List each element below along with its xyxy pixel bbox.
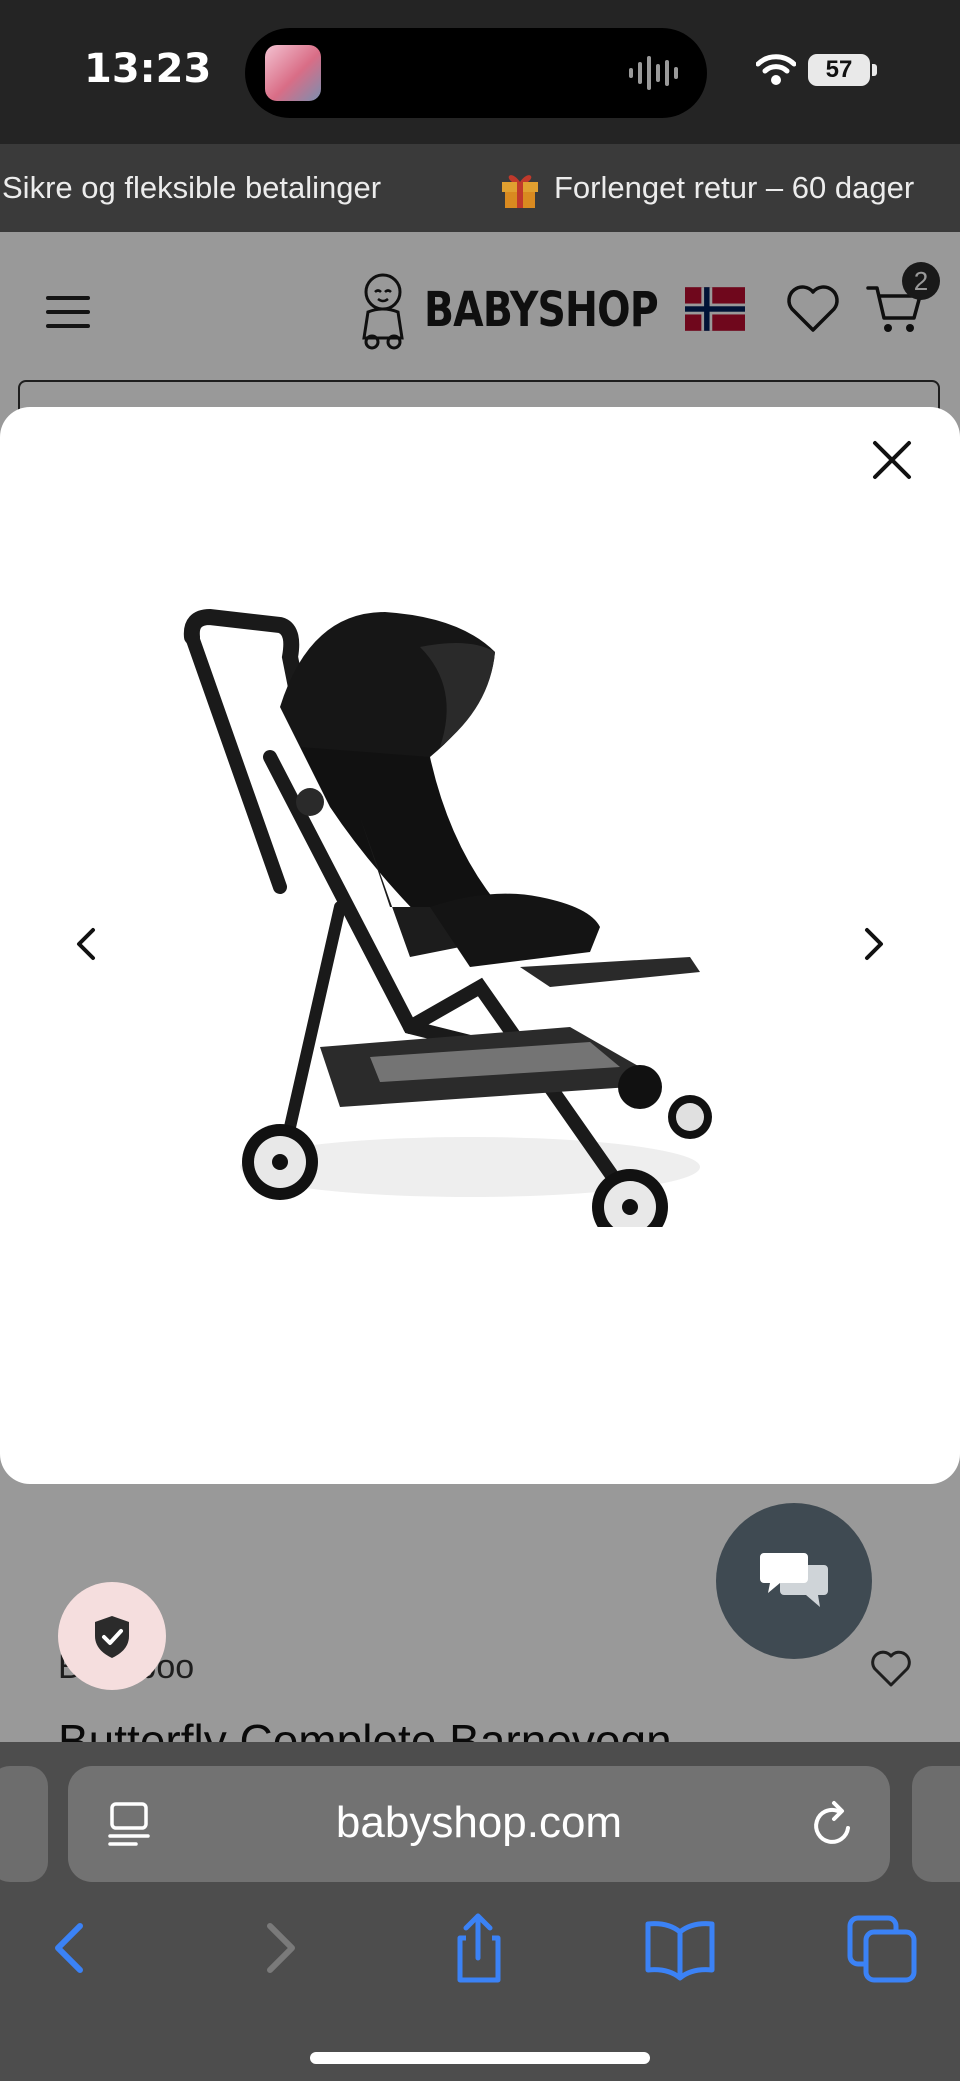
- share-icon[interactable]: [438, 1908, 518, 1988]
- battery-tip: [872, 64, 877, 76]
- chat-bubbles-icon: [760, 1553, 828, 1607]
- next-tab-edge[interactable]: [912, 1766, 960, 1882]
- battery-indicator: 57: [808, 54, 870, 86]
- tabs-icon[interactable]: [842, 1908, 922, 1988]
- banner-return-text: Forlenget retur – 60 dager: [554, 170, 915, 205]
- gift-icon: [502, 175, 538, 208]
- close-icon[interactable]: [867, 435, 917, 485]
- shield-check-icon: [95, 1616, 129, 1658]
- product-image-stroller: [183, 608, 712, 1227]
- chevron-left-icon[interactable]: [60, 917, 114, 971]
- status-time: 13:23: [84, 46, 212, 92]
- safari-toolbar: babyshop.com: [0, 1742, 960, 2081]
- banner-payments-text: Sikre og fleksible betalinger: [2, 170, 382, 205]
- now-playing-thumbnail: [265, 45, 321, 101]
- bookmarks-icon[interactable]: [640, 1908, 720, 1988]
- reload-icon[interactable]: [808, 1798, 858, 1850]
- previous-tab-edge[interactable]: [0, 1766, 48, 1882]
- dynamic-island[interactable]: [245, 28, 707, 118]
- forward-icon[interactable]: [240, 1908, 320, 1988]
- promo-banner: Sikre og fleksible betalinger Forlenget …: [0, 144, 960, 232]
- status-bar: 13:23 57: [0, 0, 960, 144]
- url-text: babyshop.com: [335, 1798, 623, 1847]
- chevron-right-icon[interactable]: [846, 917, 900, 971]
- address-bar[interactable]: babyshop.com: [68, 1766, 890, 1882]
- chat-button[interactable]: [716, 1503, 872, 1659]
- audio-wave-icon: [629, 56, 678, 90]
- trust-badge-button[interactable]: [58, 1582, 166, 1690]
- home-indicator[interactable]: [310, 2052, 650, 2064]
- wifi-icon: [756, 54, 796, 85]
- image-gallery-modal: [0, 407, 960, 1484]
- back-icon[interactable]: [30, 1908, 110, 1988]
